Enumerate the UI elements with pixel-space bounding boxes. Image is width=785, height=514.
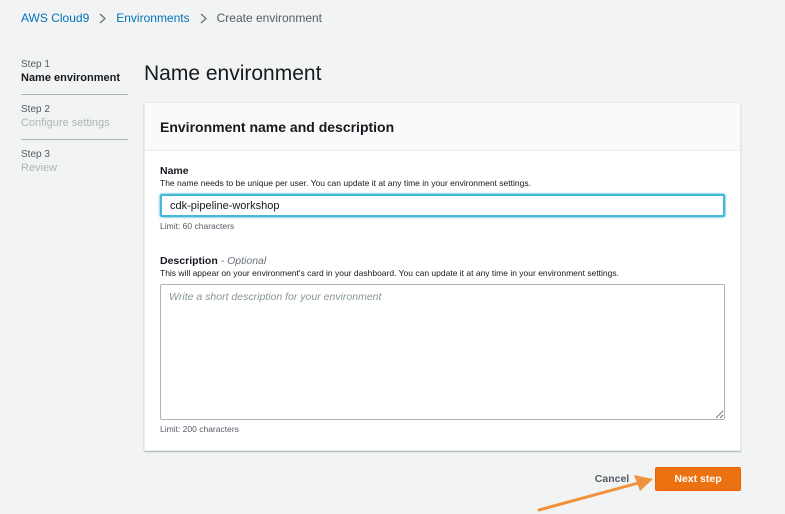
description-field-group: Description - Optional This will appear … <box>160 254 725 435</box>
step-label: Review <box>21 162 58 174</box>
description-label: Description - Optional <box>160 254 725 268</box>
description-help: This will appear on your environment's c… <box>160 268 619 278</box>
name-limit-hint: Limit: 60 characters <box>160 221 235 231</box>
chevron-right-icon <box>200 13 207 24</box>
name-field-group: Name The name needs to be unique per use… <box>160 164 725 232</box>
name-label: Name <box>160 165 189 177</box>
optional-tag: - Optional <box>220 255 267 267</box>
wizard-step-2: Step 2 Configure settings <box>21 103 128 140</box>
panel-header: Environment name and description <box>145 103 740 151</box>
step-number: Step 3 <box>21 149 50 160</box>
annotation-arrow-icon <box>537 475 653 512</box>
panel-title: Environment name and description <box>160 119 395 135</box>
environment-details-panel: Environment name and description Name Th… <box>144 102 741 451</box>
wizard-steps: Step 1 Name environment Step 2 Configure… <box>21 56 128 192</box>
wizard-step-1: Step 1 Name environment <box>21 58 128 95</box>
wizard-actions: Cancel Next step <box>0 467 785 491</box>
description-label-text: Description <box>160 255 218 267</box>
breadcrumb-link-aws-cloud9[interactable]: AWS Cloud9 <box>21 11 89 25</box>
page-title: Name environment <box>144 62 322 85</box>
description-limit-hint: Limit: 200 characters <box>160 424 239 434</box>
step-label: Name environment <box>21 72 121 84</box>
chevron-right-icon <box>99 13 107 24</box>
breadcrumb-link-environments[interactable]: Environments <box>116 11 189 25</box>
description-textarea[interactable] <box>160 284 725 420</box>
breadcrumb-current: Create environment <box>216 11 323 25</box>
name-input[interactable] <box>160 194 725 217</box>
panel-body: Name The name needs to be unique per use… <box>145 151 740 435</box>
name-description: The name needs to be unique per user. Yo… <box>160 178 531 188</box>
next-step-button[interactable]: Next step <box>655 467 741 491</box>
step-label: Configure settings <box>21 117 110 129</box>
wizard-step-3: Step 3 Review <box>21 148 128 184</box>
breadcrumb: AWS Cloud9 Environments Create environme… <box>21 11 322 25</box>
step-number: Step 1 <box>21 59 50 70</box>
step-number: Step 2 <box>21 104 50 115</box>
